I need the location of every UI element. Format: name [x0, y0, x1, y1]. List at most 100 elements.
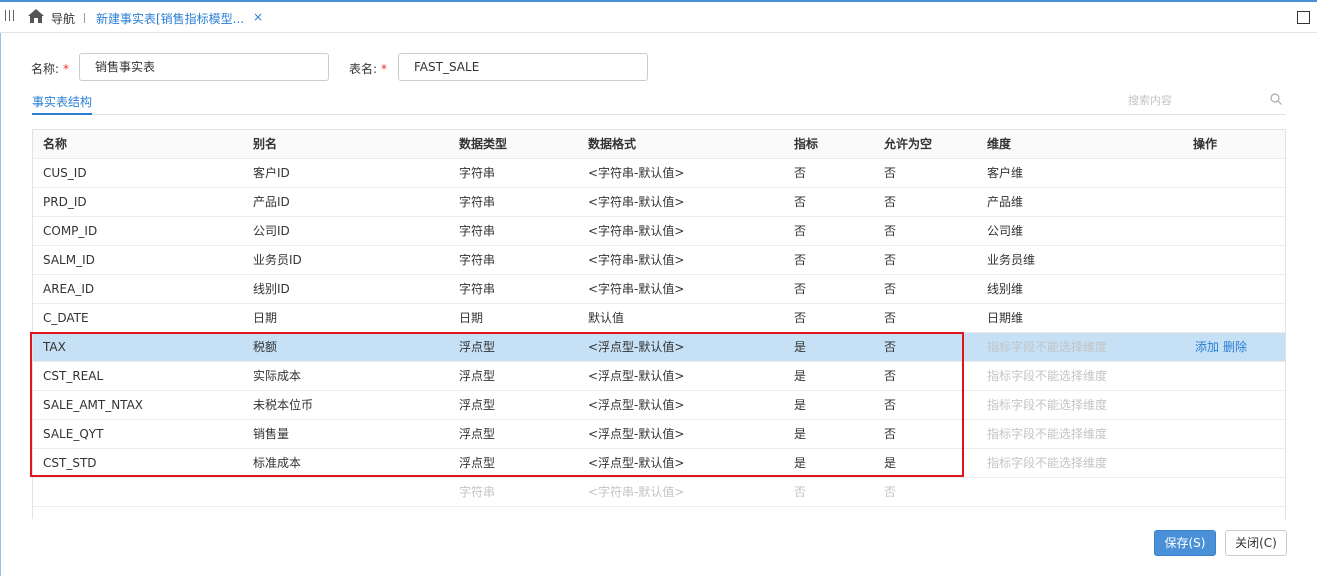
- cell-nullable[interactable]: 否: [884, 304, 896, 333]
- maximize-icon[interactable]: [1297, 11, 1310, 24]
- search-input[interactable]: [1128, 92, 1268, 108]
- cell-alias[interactable]: 客户ID: [253, 159, 290, 188]
- cell-dimension[interactable]: 业务员维: [987, 246, 1035, 275]
- cell-data-type[interactable]: 字符串: [459, 246, 495, 275]
- cell-nullable[interactable]: 否: [884, 420, 896, 449]
- table-row[interactable]: C_DATE 日期 日期 默认值 否 否 日期维: [33, 304, 1285, 333]
- menu-icon[interactable]: [5, 10, 15, 22]
- cell-data-format[interactable]: <浮点型-默认值>: [588, 391, 684, 420]
- cell-name[interactable]: CUS_ID: [43, 159, 87, 188]
- home-icon[interactable]: [27, 8, 45, 24]
- cell-data-type[interactable]: 字符串: [459, 217, 495, 246]
- cell-data-type[interactable]: 浮点型: [459, 449, 495, 478]
- cell-data-format[interactable]: <浮点型-默认值>: [588, 420, 684, 449]
- cell-nullable[interactable]: 否: [884, 391, 896, 420]
- cell-data-format[interactable]: <浮点型-默认值>: [588, 333, 684, 362]
- cell-metric[interactable]: 否: [794, 478, 806, 507]
- cell-metric[interactable]: 是: [794, 449, 806, 478]
- table-row[interactable]: CST_REAL 实际成本 浮点型 <浮点型-默认值> 是 否 指标字段不能选择…: [33, 362, 1285, 391]
- tab-new-fact-table[interactable]: 新建事实表[销售指标模型...: [96, 10, 244, 27]
- cell-data-type[interactable]: 字符串: [459, 275, 495, 304]
- cell-name[interactable]: SALE_QYT: [43, 420, 103, 449]
- search-icon[interactable]: [1270, 93, 1282, 105]
- cell-data-format[interactable]: <字符串-默认值>: [588, 275, 684, 304]
- cell-metric[interactable]: 否: [794, 304, 806, 333]
- cell-alias[interactable]: 业务员ID: [253, 246, 302, 275]
- cell-data-type[interactable]: 字符串: [459, 188, 495, 217]
- cell-data-format[interactable]: <浮点型-默认值>: [588, 362, 684, 391]
- cell-alias[interactable]: 实际成本: [253, 362, 301, 391]
- delete-row-link[interactable]: 删除: [1223, 333, 1247, 362]
- cell-data-format[interactable]: <字符串-默认值>: [588, 478, 684, 507]
- cell-data-format[interactable]: <字符串-默认值>: [588, 246, 684, 275]
- cell-data-type[interactable]: 浮点型: [459, 333, 495, 362]
- tab-close-icon[interactable]: ×: [253, 10, 263, 24]
- cell-dimension[interactable]: 公司维: [987, 217, 1023, 246]
- cell-alias[interactable]: 日期: [253, 304, 277, 333]
- table-row[interactable]: AREA_ID 线别ID 字符串 <字符串-默认值> 否 否 线别维: [33, 275, 1285, 304]
- cell-data-type[interactable]: 浮点型: [459, 420, 495, 449]
- cell-alias[interactable]: 税额: [253, 333, 277, 362]
- table-name-field[interactable]: FAST_SALE: [398, 53, 648, 81]
- cell-name[interactable]: AREA_ID: [43, 275, 94, 304]
- table-row[interactable]: CUS_ID 客户ID 字符串 <字符串-默认值> 否 否 客户维: [33, 159, 1285, 188]
- add-row-link[interactable]: 添加: [1195, 333, 1219, 362]
- cell-name[interactable]: SALE_AMT_NTAX: [43, 391, 143, 420]
- cell-metric[interactable]: 否: [794, 275, 806, 304]
- cell-nullable[interactable]: 否: [884, 188, 896, 217]
- cell-alias[interactable]: 公司ID: [253, 217, 290, 246]
- cell-data-type[interactable]: 浮点型: [459, 391, 495, 420]
- cell-nullable[interactable]: 否: [884, 478, 896, 507]
- cell-data-format[interactable]: <字符串-默认值>: [588, 217, 684, 246]
- column-header-dimension[interactable]: 维度: [987, 130, 1011, 159]
- cell-data-type[interactable]: 浮点型: [459, 362, 495, 391]
- cell-name[interactable]: CST_REAL: [43, 362, 103, 391]
- cell-alias[interactable]: 未税本位币: [253, 391, 313, 420]
- column-header-data-format[interactable]: 数据格式: [588, 130, 636, 159]
- tab-fact-table-structure[interactable]: 事实表结构: [32, 93, 92, 110]
- cell-alias[interactable]: 线别ID: [253, 275, 290, 304]
- cell-nullable[interactable]: 否: [884, 159, 896, 188]
- table-row[interactable]: PRD_ID 产品ID 字符串 <字符串-默认值> 否 否 产品维: [33, 188, 1285, 217]
- cell-dimension[interactable]: 客户维: [987, 159, 1023, 188]
- save-button[interactable]: 保存(S): [1154, 530, 1216, 556]
- cell-dimension[interactable]: 日期维: [987, 304, 1023, 333]
- cell-alias[interactable]: 产品ID: [253, 188, 290, 217]
- cell-name[interactable]: C_DATE: [43, 304, 89, 333]
- cell-name[interactable]: PRD_ID: [43, 188, 87, 217]
- cell-metric[interactable]: 否: [794, 159, 806, 188]
- column-header-metric[interactable]: 指标: [794, 130, 818, 159]
- cell-metric[interactable]: 是: [794, 391, 806, 420]
- cell-metric[interactable]: 否: [794, 217, 806, 246]
- column-header-name[interactable]: 名称: [43, 130, 67, 159]
- cell-nullable[interactable]: 否: [884, 246, 896, 275]
- table-row[interactable]: CST_STD 标准成本 浮点型 <浮点型-默认值> 是 是 指标字段不能选择维…: [33, 449, 1285, 478]
- table-row[interactable]: SALM_ID 业务员ID 字符串 <字符串-默认值> 否 否 业务员维: [33, 246, 1285, 275]
- table-row[interactable]: COMP_ID 公司ID 字符串 <字符串-默认值> 否 否 公司维: [33, 217, 1285, 246]
- name-field[interactable]: 销售事实表: [79, 53, 329, 81]
- cell-metric[interactable]: 否: [794, 188, 806, 217]
- cell-nullable[interactable]: 否: [884, 362, 896, 391]
- cell-data-format[interactable]: <浮点型-默认值>: [588, 449, 684, 478]
- table-row[interactable]: SALE_QYT 销售量 浮点型 <浮点型-默认值> 是 否 指标字段不能选择维…: [33, 420, 1285, 449]
- table-row-selected[interactable]: TAX 税额 浮点型 <浮点型-默认值> 是 否 指标字段不能选择维度 添加 删…: [33, 333, 1285, 362]
- cell-data-type[interactable]: 日期: [459, 304, 483, 333]
- cell-data-format[interactable]: <字符串-默认值>: [588, 159, 684, 188]
- close-button[interactable]: 关闭(C): [1225, 530, 1287, 556]
- cell-nullable[interactable]: 是: [884, 449, 896, 478]
- column-header-nullable[interactable]: 允许为空: [884, 130, 932, 159]
- cell-dimension[interactable]: 产品维: [987, 188, 1023, 217]
- cell-name[interactable]: SALM_ID: [43, 246, 95, 275]
- cell-nullable[interactable]: 否: [884, 333, 896, 362]
- cell-alias[interactable]: 标准成本: [253, 449, 301, 478]
- cell-data-type[interactable]: 字符串: [459, 159, 495, 188]
- column-header-data-type[interactable]: 数据类型: [459, 130, 507, 159]
- cell-dimension[interactable]: 线别维: [987, 275, 1023, 304]
- cell-metric[interactable]: 是: [794, 333, 806, 362]
- cell-alias[interactable]: 销售量: [253, 420, 289, 449]
- cell-data-type[interactable]: 字符串: [459, 478, 495, 507]
- cell-name[interactable]: CST_STD: [43, 449, 97, 478]
- column-header-alias[interactable]: 别名: [253, 130, 277, 159]
- table-row-new[interactable]: 字符串 <字符串-默认值> 否 否: [33, 478, 1285, 507]
- cell-metric[interactable]: 否: [794, 246, 806, 275]
